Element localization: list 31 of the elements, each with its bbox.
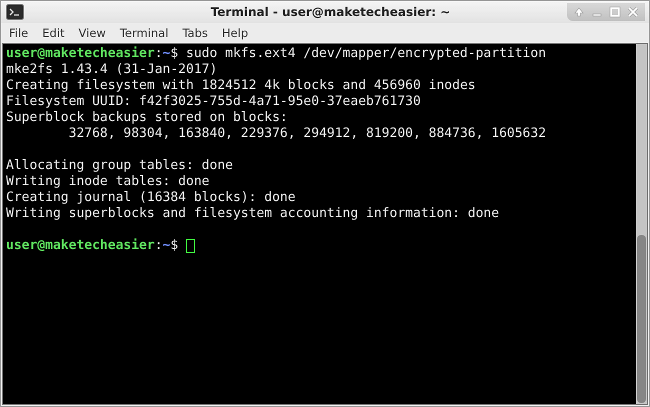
prompt-separator: : — [154, 238, 163, 254]
prompt-symbol: $ — [170, 46, 178, 62]
menu-item[interactable]: Edit — [35, 24, 72, 42]
close-icon[interactable] — [627, 6, 639, 18]
scrollbar-thumb[interactable] — [637, 235, 646, 403]
prompt-user: user@maketecheasier — [6, 46, 155, 62]
menu-item[interactable]: File — [2, 24, 36, 42]
menu-item[interactable]: Tabs — [175, 24, 215, 42]
command-text: sudo mkfs.ext4 /dev/mapper/encrypted-partition — [186, 46, 546, 62]
output-line: Creating filesystem with 1824512 4k blocks and 456960 inodes — [6, 78, 476, 94]
prompt-symbol: $ — [170, 238, 178, 254]
prompt-separator: : — [154, 46, 163, 62]
menu-item[interactable]: Help — [214, 24, 256, 42]
output-line: mke2fs 1.43.4 (31-Jan-2017) — [6, 62, 218, 78]
window-title: Terminal - user@maketecheasier: ~ — [210, 5, 452, 19]
output-line: Writing inode tables: done — [6, 174, 210, 190]
output-line: Writing superblocks and filesystem accounting information: done — [6, 206, 500, 222]
prompt-user: user@maketecheasier — [6, 238, 155, 254]
menu-item[interactable]: Terminal — [112, 24, 176, 42]
output-line: 32768, 98304, 163840, 229376, 294912, 819200, 884736, 1605632 — [68, 126, 546, 142]
prompt-path: ~ — [162, 238, 170, 254]
scrollbar[interactable] — [636, 44, 647, 404]
menu-item[interactable]: View — [72, 24, 113, 42]
output-line: Allocating group tables: done — [6, 158, 233, 174]
maximize-icon[interactable] — [609, 6, 621, 18]
up-arrow-icon[interactable] — [573, 6, 585, 18]
prompt-path: ~ — [162, 46, 170, 62]
output-line: Filesystem UUID: f42f3025-755d-4a71-95e0-37eaeb761730 — [6, 94, 421, 110]
terminal-icon — [6, 4, 24, 20]
output-line: Superblock backups stored on blocks: — [6, 110, 288, 126]
output-line: Creating journal (16384 blocks): done — [6, 190, 296, 206]
